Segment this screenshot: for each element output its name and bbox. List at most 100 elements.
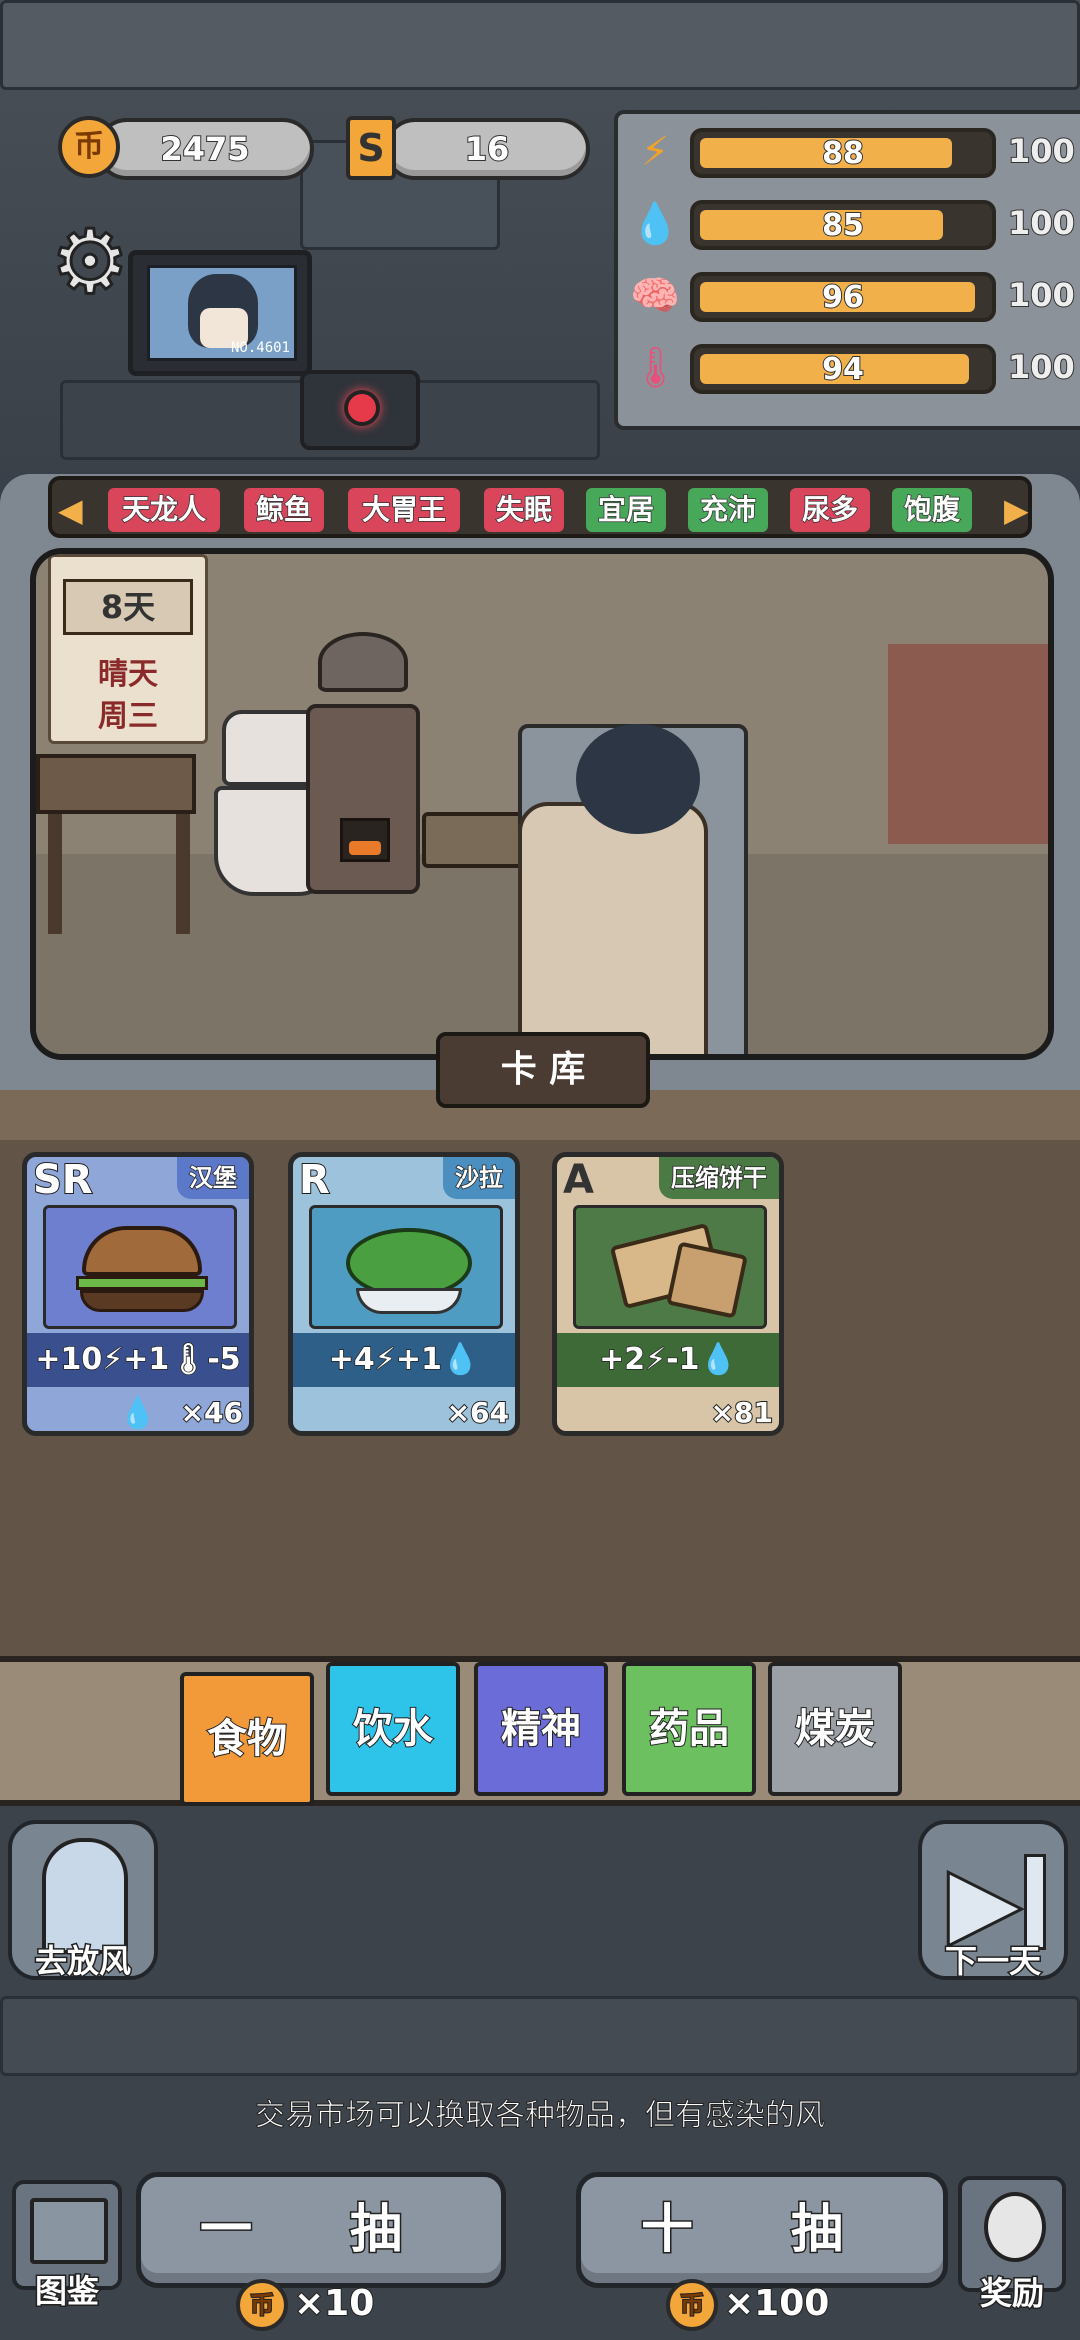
- warmth-value: 94: [821, 351, 865, 388]
- stat-mind: 🧠 96 100: [618, 266, 1080, 326]
- salad-bowl: [356, 1288, 462, 1314]
- next-day-label: 下一天: [943, 1941, 1042, 1982]
- biscuit-wrapper: [666, 1241, 748, 1319]
- stat-warmth: 🌡 94 100: [618, 338, 1080, 398]
- bottom-bricks: [0, 1996, 1080, 2076]
- character-monitor[interactable]: NO.4601: [128, 250, 312, 376]
- hamburger-icon: [43, 1205, 237, 1329]
- trait-tags-bar[interactable]: ◀ 天龙人 鲸鱼 大胃王 失眠 宜居 充沛 尿多 饱腹 ▶: [48, 476, 1032, 538]
- water-bar: 85: [690, 200, 996, 250]
- tab-water[interactable]: 饮水: [326, 1662, 460, 1796]
- card-name: 汉堡: [177, 1157, 249, 1199]
- tab-medicine[interactable]: 药品: [622, 1662, 756, 1796]
- reward-label: 奖励: [978, 2273, 1045, 2314]
- thermometer-icon: 🌡: [630, 345, 681, 391]
- table-leg: [48, 814, 62, 934]
- trait-tag[interactable]: 天龙人: [108, 488, 220, 532]
- codex-label: 图鉴: [33, 2271, 100, 2312]
- salad-icon: [309, 1205, 503, 1329]
- book-icon: [30, 2198, 108, 2264]
- red-light-icon: [344, 390, 380, 426]
- card-rarity: SR: [32, 1157, 94, 1204]
- card-hamburger[interactable]: SR 汉堡 +10⚡+1🌡-5💧 ×46: [22, 1152, 254, 1436]
- ticket-counter: 16: [384, 118, 590, 180]
- fire-glow: [349, 841, 381, 855]
- water-value: 85: [821, 207, 865, 244]
- coin-icon: 币: [666, 2279, 718, 2331]
- energy-max: 100: [1007, 131, 1076, 171]
- card-count: ×46: [180, 1395, 244, 1430]
- room-scene: 8天 晴天 周三: [30, 548, 1054, 1060]
- card-name: 沙拉: [443, 1157, 515, 1199]
- stats-panel: ⚡ 88 100 💧 85 100 🧠 96 100 🌡 94 100: [614, 110, 1080, 430]
- trait-tag[interactable]: 失眠: [484, 488, 564, 532]
- draw-one-cost: 币 ×10: [236, 2276, 375, 2332]
- gear-icon[interactable]: ⚙: [42, 212, 138, 311]
- scroll-left-icon[interactable]: ◀: [58, 488, 83, 532]
- monitor-label: NO.4601: [230, 340, 290, 356]
- card-effect: +10⚡+1🌡-5💧: [27, 1333, 249, 1431]
- mouse-icon: [984, 2192, 1046, 2262]
- weather-label: 晴天: [98, 657, 158, 692]
- card-name: 压缩饼干: [659, 1157, 779, 1199]
- coal-stove[interactable]: [306, 704, 420, 894]
- calendar-sign: 8天 晴天 周三: [48, 554, 208, 744]
- energy-value: 88: [821, 135, 865, 172]
- blanket: [518, 802, 708, 1054]
- trait-tag[interactable]: 鲸鱼: [244, 488, 324, 532]
- card-library-title: 卡 库: [436, 1032, 650, 1108]
- bun-top: [82, 1226, 202, 1276]
- lettuce: [76, 1276, 208, 1290]
- tab-spirit[interactable]: 精神: [474, 1662, 608, 1796]
- trait-tag[interactable]: 充沛: [688, 488, 768, 532]
- day-counter: 8天: [63, 579, 193, 635]
- ceiling: [0, 0, 1080, 90]
- table-leg: [176, 814, 190, 934]
- warmth-bar: 94: [690, 344, 996, 394]
- mind-bar: 96: [690, 272, 996, 322]
- stove-lid: [318, 632, 408, 692]
- tab-food[interactable]: 食物: [180, 1672, 314, 1806]
- bun-bottom: [80, 1290, 204, 1312]
- energy-icon: ⚡: [640, 129, 670, 175]
- stat-energy: ⚡ 88 100: [618, 122, 1080, 182]
- card-effect: +4⚡+1💧: [293, 1333, 515, 1387]
- stove-fire: [340, 818, 390, 862]
- water-max: 100: [1007, 203, 1076, 243]
- scroll-right-icon[interactable]: ▶: [1004, 488, 1029, 532]
- draw-ten-cost: 币 ×100: [666, 2276, 830, 2332]
- brick-wall-patch: [888, 644, 1048, 844]
- card-count: ×81: [710, 1395, 774, 1430]
- mind-max: 100: [1007, 275, 1076, 315]
- card-rarity: R: [298, 1157, 331, 1204]
- trait-tag[interactable]: 大胃王: [348, 488, 460, 532]
- camera-device: [300, 370, 420, 450]
- water-icon: 💧: [630, 201, 680, 247]
- draw-ten-button[interactable]: 十 抽: [576, 2172, 948, 2288]
- card-effect: +2⚡-1💧: [557, 1333, 779, 1387]
- sleeping-character[interactable]: [576, 724, 700, 834]
- draw-one-button[interactable]: 一 抽: [136, 2172, 506, 2288]
- wooden-table: [36, 754, 196, 814]
- trait-tag[interactable]: 尿多: [790, 488, 870, 532]
- energy-bar: 88: [690, 128, 996, 178]
- biscuit-icon: [573, 1205, 767, 1329]
- stat-water: 💧 85 100: [618, 194, 1080, 254]
- card-biscuit[interactable]: A 压缩饼干 +2⚡-1💧 ×81: [552, 1152, 784, 1436]
- card-rarity: A: [563, 1157, 594, 1203]
- brain-icon: 🧠: [630, 273, 680, 319]
- card-salad[interactable]: R 沙拉 +4⚡+1💧 ×64: [288, 1152, 520, 1436]
- coin-icon: 币: [58, 116, 120, 178]
- draw-ten-cost-value: ×100: [723, 2282, 830, 2325]
- draw-one-cost-value: ×10: [293, 2282, 375, 2325]
- trait-tag[interactable]: 饱腹: [892, 488, 972, 532]
- trait-tag[interactable]: 宜居: [586, 488, 666, 532]
- mind-value: 96: [821, 279, 865, 316]
- card-count: ×64: [446, 1395, 510, 1430]
- coin-icon: 币: [236, 2279, 288, 2331]
- tab-coal[interactable]: 煤炭: [768, 1662, 902, 1796]
- ticket-icon: S: [346, 116, 396, 180]
- warmth-max: 100: [1007, 347, 1076, 387]
- tip-text: 交易市场可以换取各种物品，但有感染的风: [255, 2098, 826, 2134]
- coin-counter: 2475: [96, 118, 314, 180]
